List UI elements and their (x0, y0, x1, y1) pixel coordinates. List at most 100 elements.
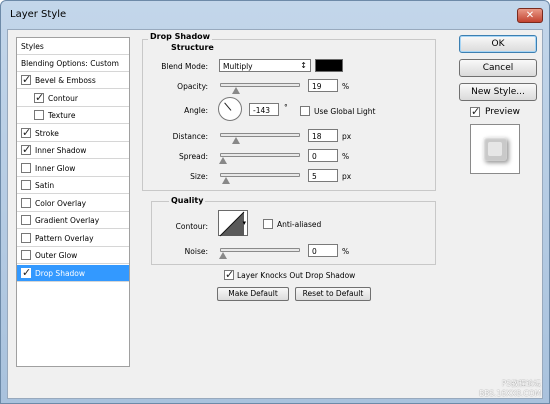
style-item-stroke[interactable]: Stroke (17, 125, 129, 142)
style-item-checkbox[interactable] (21, 197, 31, 208)
style-item-label: Contour (48, 93, 78, 103)
anti-aliased-checkbox[interactable] (263, 219, 273, 229)
distance-unit: px (342, 132, 352, 141)
distance-slider-thumb[interactable] (232, 137, 240, 144)
size-label: Size: (190, 172, 208, 181)
reset-to-default-button[interactable]: Reset to Default (295, 287, 371, 301)
contour-picker[interactable]: ▾ (218, 210, 248, 237)
noise-slider-thumb[interactable] (219, 252, 227, 259)
noise-unit: % (342, 247, 350, 256)
spread-unit: % (342, 152, 350, 161)
style-item-checkbox[interactable] (34, 110, 44, 120)
style-item-label: Outer Glow (35, 251, 78, 260)
style-item-checkbox[interactable] (21, 162, 31, 173)
shadow-color-swatch[interactable] (315, 59, 343, 72)
title-bar[interactable]: Layer Style ✕ (1, 1, 549, 29)
angle-dial-needle (224, 102, 232, 111)
spread-label: Spread: (179, 152, 208, 161)
drop-shadow-title: Drop Shadow (148, 32, 213, 41)
spread-input[interactable]: 0 (308, 149, 338, 162)
style-item-checkbox[interactable] (21, 232, 31, 243)
styles-header[interactable]: Styles (17, 38, 129, 55)
close-button[interactable]: ✕ (517, 8, 543, 23)
style-item-checkbox[interactable] (21, 180, 31, 190)
style-item-outer-glow[interactable]: Outer Glow (17, 247, 129, 264)
style-item-gradient-overlay[interactable]: Gradient Overlay (17, 212, 129, 229)
style-item-texture[interactable]: Texture (17, 107, 129, 124)
styles-header-label: Styles (21, 42, 44, 51)
angle-dial[interactable] (218, 97, 242, 121)
distance-slider[interactable] (220, 133, 300, 144)
style-item-checkbox[interactable] (21, 215, 31, 225)
style-item-checkbox[interactable] (21, 73, 31, 86)
angle-value: -143 (253, 106, 271, 115)
style-item-inner-glow[interactable]: Inner Glow (17, 160, 129, 177)
ok-button[interactable]: OK (459, 35, 537, 53)
distance-input[interactable]: 18 (308, 129, 338, 142)
blend-mode-value: Multiply (223, 62, 253, 71)
style-item-checkbox[interactable] (21, 126, 31, 139)
size-slider[interactable] (220, 173, 300, 184)
structure-legend: Structure (169, 43, 216, 52)
spread-slider[interactable] (219, 153, 300, 164)
watermark: PS教程论坛 BBS.16XX8.COM (479, 379, 541, 399)
opacity-slider[interactable] (220, 83, 300, 94)
layer-knocks-out-checkbox[interactable] (224, 268, 234, 281)
opacity-slider-thumb[interactable] (232, 87, 240, 94)
new-style-button[interactable]: New Style... (459, 83, 537, 101)
style-item-checkbox[interactable] (21, 250, 31, 260)
contour-label: Contour: (175, 222, 208, 231)
style-item-satin[interactable]: Satin (17, 177, 129, 194)
spread-value: 0 (312, 152, 317, 161)
size-slider-thumb[interactable] (222, 177, 230, 184)
window-title: Layer Style (10, 9, 67, 20)
style-item-drop-shadow[interactable]: Drop Shadow (17, 264, 129, 282)
style-item-label: Inner Shadow (35, 146, 87, 155)
quality-legend: Quality (169, 196, 206, 205)
distance-label: Distance: (172, 132, 208, 141)
style-item-label: Texture (48, 111, 76, 120)
preview-thumbnail (470, 124, 520, 174)
style-item-pattern-overlay[interactable]: Pattern Overlay (17, 230, 129, 247)
style-item-checkbox[interactable] (21, 266, 31, 279)
style-item-contour[interactable]: Contour (17, 90, 129, 107)
noise-label: Noise: (184, 247, 208, 256)
spread-slider-thumb[interactable] (219, 157, 227, 164)
contour-dropdown-icon[interactable]: ▾ (242, 219, 246, 227)
style-item-bevel-emboss[interactable]: Bevel & Emboss (17, 72, 129, 89)
watermark-line-1: PS教程论坛 (501, 379, 541, 388)
dialog-body: Styles Blending Options: Custom Bevel & … (7, 29, 543, 399)
style-item-color-overlay[interactable]: Color Overlay (17, 195, 129, 212)
size-input[interactable]: 5 (308, 169, 338, 182)
blending-options-label: Blending Options: Custom (21, 59, 119, 68)
layer-knocks-out-label: Layer Knocks Out Drop Shadow (237, 271, 356, 280)
cancel-button[interactable]: Cancel (459, 59, 537, 77)
blending-options-item[interactable]: Blending Options: Custom (17, 55, 129, 72)
style-item-label: Inner Glow (35, 163, 76, 173)
use-global-light-label: Use Global Light (314, 107, 376, 116)
opacity-input[interactable]: 19 (308, 79, 338, 92)
opacity-unit: % (342, 82, 350, 91)
style-item-label: Pattern Overlay (35, 233, 94, 243)
distance-value: 18 (312, 132, 322, 141)
anti-aliased-label: Anti-aliased (277, 220, 322, 229)
style-item-label: Color Overlay (35, 198, 87, 208)
size-value: 5 (312, 172, 317, 181)
degree-unit: ° (284, 103, 288, 112)
style-item-inner-shadow[interactable]: Inner Shadow (17, 142, 129, 159)
make-default-button[interactable]: Make Default (217, 287, 289, 301)
preview-shape (483, 137, 507, 161)
use-global-light-checkbox[interactable] (300, 106, 310, 116)
noise-slider[interactable] (219, 248, 300, 259)
style-item-label: Stroke (35, 128, 59, 138)
style-item-checkbox[interactable] (21, 143, 31, 156)
blend-mode-select[interactable]: Multiply ↕ (219, 59, 311, 72)
style-item-label: Satin (35, 181, 55, 190)
chevron-updown-icon: ↕ (300, 61, 307, 70)
style-item-checkbox[interactable] (34, 91, 44, 104)
watermark-line-2: BBS.16XX8.COM (479, 389, 541, 398)
preview-checkbox[interactable] (470, 105, 480, 118)
noise-input[interactable]: 0 (308, 244, 338, 257)
preview-label: Preview (485, 107, 521, 117)
angle-input[interactable]: -143 (249, 103, 279, 116)
